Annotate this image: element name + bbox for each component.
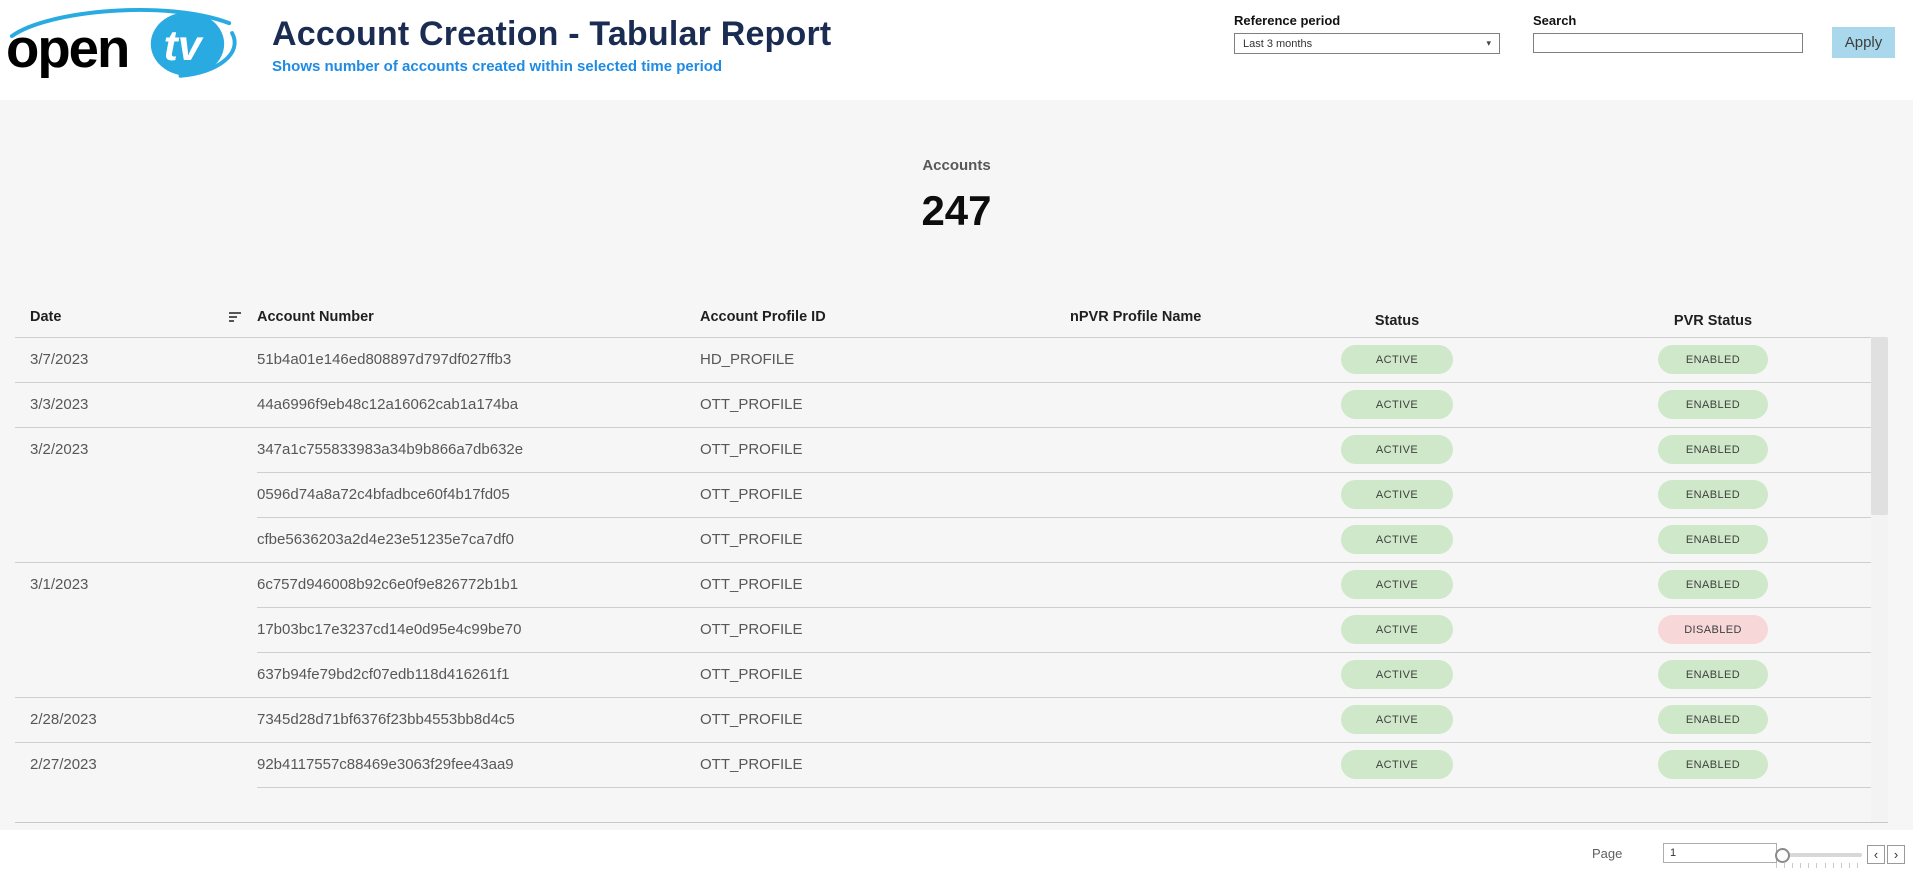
column-header-date-label: Date — [30, 309, 61, 325]
status-badge: ACTIVE — [1341, 480, 1453, 509]
pvr-status-badge: ENABLED — [1658, 570, 1768, 599]
chevron-down-icon: ▾ — [1486, 38, 1491, 49]
search-control: Search — [1533, 13, 1803, 53]
accounts-count: 247 — [0, 187, 1913, 235]
pvr-status-badge: ENABLED — [1658, 705, 1768, 734]
logo-text-open: open — [6, 18, 128, 78]
slider-track[interactable] — [1784, 853, 1862, 857]
opentv-logo: open tv — [6, 6, 244, 78]
reference-period-select[interactable]: Last 3 months ▾ — [1234, 33, 1500, 54]
page-title: Account Creation - Tabular Report — [272, 16, 831, 52]
search-input[interactable] — [1533, 33, 1803, 53]
cell-account-profile-id: OTT_PROFILE — [700, 396, 1070, 413]
cell-account-number: 92b4117557c88469e3063f29fee43aa9 — [257, 756, 700, 773]
slider-knob[interactable] — [1775, 848, 1790, 863]
accounts-card-label: Accounts — [0, 157, 1913, 174]
report-titles: Account Creation - Tabular Report Shows … — [272, 16, 831, 75]
status-badge: ACTIVE — [1341, 345, 1453, 374]
pvr-status-badge: ENABLED — [1658, 480, 1768, 509]
status-badge: ACTIVE — [1341, 435, 1453, 464]
page-subtitle: Shows number of accounts created within … — [272, 58, 831, 75]
cell-account-number: 0596d74a8a72c4bfadbce60f4b17fd05 — [257, 486, 700, 503]
page-number-input[interactable] — [1663, 843, 1777, 863]
reference-period-value: Last 3 months — [1243, 38, 1312, 50]
pvr-status-badge: ENABLED — [1658, 435, 1768, 464]
column-header-date[interactable]: Date — [30, 309, 257, 325]
column-header-npvr-profile-name[interactable]: nPVR Profile Name — [1070, 309, 1341, 325]
status-badge: ACTIVE — [1341, 525, 1453, 554]
column-header-pvr-status[interactable]: PVR Status — [1658, 313, 1768, 329]
cell-account-profile-id: OTT_PROFILE — [700, 486, 1070, 503]
pvr-status-badge: DISABLED — [1658, 615, 1768, 644]
page-slider[interactable] — [1774, 844, 1862, 872]
table-row[interactable]: 0596d74a8a72c4bfadbce60f4b17fd05 OTT_PRO… — [0, 472, 1913, 517]
page-label: Page — [1592, 846, 1622, 861]
column-header-status[interactable]: Status — [1341, 313, 1453, 329]
status-badge: ACTIVE — [1341, 705, 1453, 734]
status-badge: ACTIVE — [1341, 660, 1453, 689]
table-row[interactable]: 3/3/2023 44a6996f9eb48c12a16062cab1a174b… — [0, 382, 1913, 427]
table-body: 3/7/2023 51b4a01e146ed808897d797df027ffb… — [0, 337, 1913, 787]
reference-period-label: Reference period — [1234, 13, 1500, 28]
table-row[interactable]: 3/2/2023 347a1c755833983a34b9b866a7db632… — [0, 427, 1913, 472]
status-badge: ACTIVE — [1341, 750, 1453, 779]
next-page-button[interactable]: › — [1887, 845, 1905, 864]
pvr-status-badge: ENABLED — [1658, 660, 1768, 689]
cell-account-profile-id: HD_PROFILE — [700, 351, 1070, 368]
column-header-account-number[interactable]: Account Number — [257, 309, 700, 325]
app-header: open tv Account Creation - Tabular Repor… — [0, 0, 1913, 100]
accounts-summary-card: Accounts 247 — [0, 157, 1913, 235]
cell-date: 3/7/2023 — [30, 351, 257, 368]
status-badge: ACTIVE — [1341, 615, 1453, 644]
cell-date: 2/27/2023 — [30, 756, 257, 773]
logo-text-tv: tv — [164, 22, 204, 70]
cell-date: 3/2/2023 — [30, 441, 257, 458]
scrollbar-thumb[interactable] — [1871, 337, 1888, 515]
table-bottom-divider — [15, 822, 1888, 823]
table-row[interactable]: 17b03bc17e3237cd14e0d95e4c99be70 OTT_PRO… — [0, 607, 1913, 652]
cell-account-profile-id: OTT_PROFILE — [700, 666, 1070, 683]
cell-account-profile-id: OTT_PROFILE — [700, 621, 1070, 638]
pvr-status-badge: ENABLED — [1658, 390, 1768, 419]
cell-account-profile-id: OTT_PROFILE — [700, 441, 1070, 458]
cell-date: 3/3/2023 — [30, 396, 257, 413]
cell-account-profile-id: OTT_PROFILE — [700, 576, 1070, 593]
cell-account-profile-id: OTT_PROFILE — [700, 531, 1070, 548]
table-header-row: Date Account Number Account Profile ID n… — [0, 296, 1913, 337]
table-row[interactable]: cfbe5636203a2d4e23e51235e7ca7df0 OTT_PRO… — [0, 517, 1913, 562]
reference-period-control: Reference period Last 3 months ▾ — [1234, 13, 1500, 54]
slider-ticks — [1776, 863, 1858, 868]
pvr-status-badge: ENABLED — [1658, 525, 1768, 554]
column-header-account-profile-id[interactable]: Account Profile ID — [700, 309, 1070, 325]
status-badge: ACTIVE — [1341, 390, 1453, 419]
cell-account-number: 7345d28d71bf6376f23bb4553bb8d4c5 — [257, 711, 700, 728]
pvr-status-badge: ENABLED — [1658, 345, 1768, 374]
pvr-status-badge: ENABLED — [1658, 750, 1768, 779]
cell-account-profile-id: OTT_PROFILE — [700, 756, 1070, 773]
cell-account-number: 6c757d946008b92c6e0f9e826772b1b1 — [257, 576, 700, 593]
table-scrollbar[interactable] — [1871, 337, 1888, 822]
table-rows-end-divider — [257, 787, 1888, 788]
cell-account-profile-id: OTT_PROFILE — [700, 711, 1070, 728]
sort-descending-icon[interactable] — [229, 312, 241, 322]
report-panel: Accounts 247 Date Account Number Account… — [0, 100, 1913, 830]
apply-button[interactable]: Apply — [1832, 27, 1895, 58]
table-row[interactable]: 2/27/2023 92b4117557c88469e3063f29fee43a… — [0, 742, 1913, 787]
cell-account-number: 17b03bc17e3237cd14e0d95e4c99be70 — [257, 621, 700, 638]
table-row[interactable]: 2/28/2023 7345d28d71bf6376f23bb4553bb8d4… — [0, 697, 1913, 742]
prev-page-button[interactable]: ‹ — [1867, 845, 1885, 864]
cell-date: 3/1/2023 — [30, 576, 257, 593]
cell-account-number: 51b4a01e146ed808897d797df027ffb3 — [257, 351, 700, 368]
table-row[interactable]: 637b94fe79bd2cf07edb118d416261f1 OTT_PRO… — [0, 652, 1913, 697]
table-row[interactable]: 3/1/2023 6c757d946008b92c6e0f9e826772b1b… — [0, 562, 1913, 607]
cell-date: 2/28/2023 — [30, 711, 257, 728]
table-row[interactable]: 3/7/2023 51b4a01e146ed808897d797df027ffb… — [0, 337, 1913, 382]
cell-account-number: cfbe5636203a2d4e23e51235e7ca7df0 — [257, 531, 700, 548]
cell-account-number: 347a1c755833983a34b9b866a7db632e — [257, 441, 700, 458]
search-label: Search — [1533, 13, 1803, 28]
cell-account-number: 637b94fe79bd2cf07edb118d416261f1 — [257, 666, 700, 683]
cell-account-number: 44a6996f9eb48c12a16062cab1a174ba — [257, 396, 700, 413]
status-badge: ACTIVE — [1341, 570, 1453, 599]
